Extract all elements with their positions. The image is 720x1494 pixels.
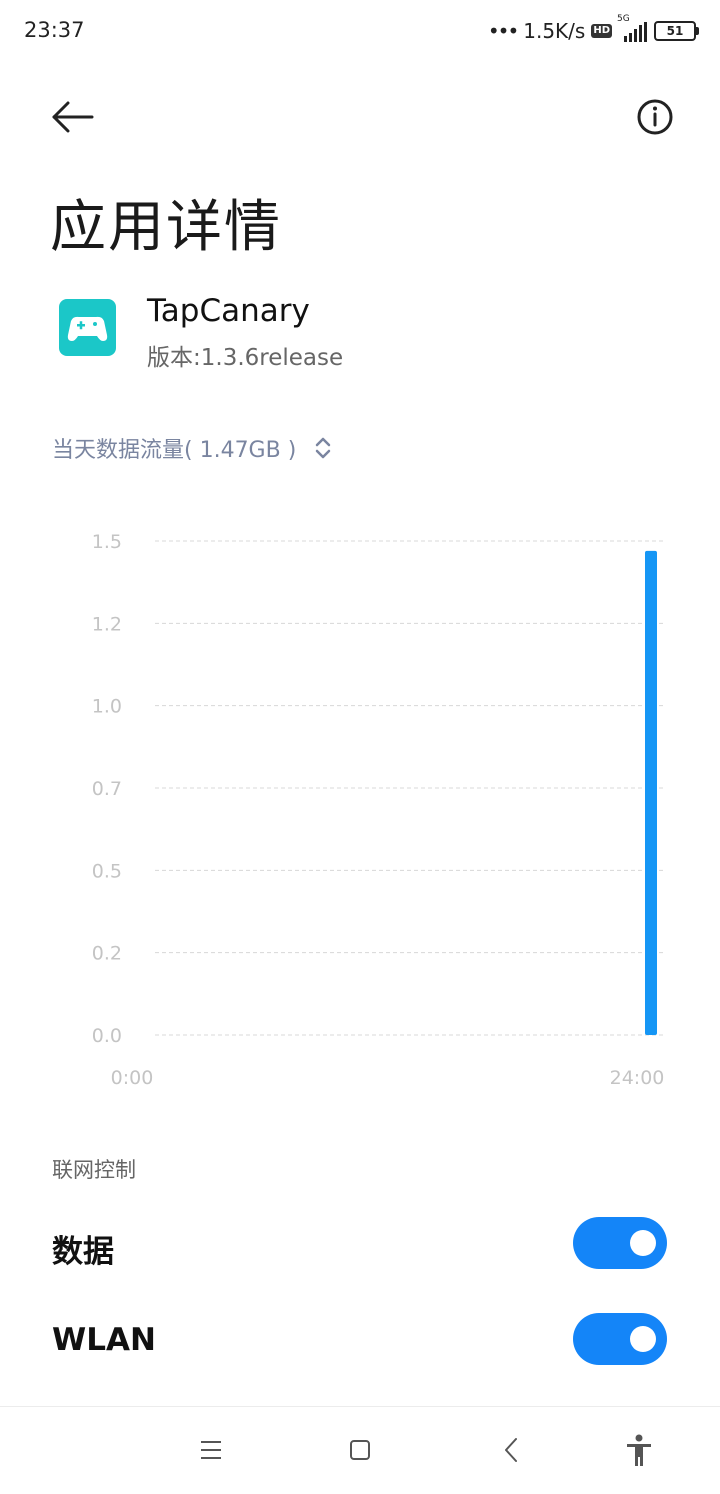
toggle-knob [630, 1230, 656, 1256]
network-speed: 1.5K/s [523, 19, 586, 43]
app-name: TapCanary [147, 293, 310, 329]
y-tick-label: 1.2 [92, 613, 122, 635]
info-button[interactable] [632, 94, 678, 140]
wlan-toggle[interactable] [573, 1313, 667, 1365]
accessibility-button[interactable] [619, 1433, 659, 1469]
usage-period-selector[interactable]: 当天数据流量( 1.47GB ) [52, 432, 332, 464]
gamepad-icon [67, 316, 108, 341]
mobile-data-toggle[interactable] [573, 1217, 667, 1269]
menu-button[interactable] [191, 1433, 231, 1469]
info-icon [637, 99, 673, 135]
wlan-label: WLAN [52, 1322, 156, 1358]
mobile-data-label: 数据 [52, 1234, 114, 1270]
usage-label: 当天数据流量( 1.47GB ) [52, 438, 297, 463]
toggle-knob [630, 1326, 656, 1352]
menu-icon [201, 1441, 221, 1459]
arrow-left-icon [52, 101, 94, 133]
battery-icon: 51 [654, 21, 699, 41]
chevron-updown-icon [316, 437, 331, 459]
home-button[interactable] [340, 1433, 380, 1469]
signal-icon: 5G [617, 14, 648, 42]
y-tick-label: 1.0 [92, 696, 122, 718]
more-dots-icon: ••• [487, 19, 519, 43]
navigation-bar [0, 1406, 720, 1494]
y-tick-label: 1.5 [92, 531, 122, 553]
usage-chart: 0.0 0.2 0.5 0.7 1.0 1.2 1.5 0:00 24:00 [92, 531, 665, 1089]
page-title: 应用详情 [50, 195, 282, 260]
x-tick-label: 24:00 [610, 1067, 665, 1089]
section-label-network-control: 联网控制 [52, 1158, 136, 1182]
y-tick-label: 0.7 [92, 778, 122, 800]
app-version: 版本:1.3.6release [147, 345, 344, 371]
square-icon [350, 1440, 370, 1460]
usage-bar [645, 550, 657, 1035]
nav-back-button[interactable] [491, 1433, 531, 1469]
back-button[interactable] [48, 94, 98, 140]
status-time: 23:37 [24, 18, 85, 42]
chevron-left-icon [505, 1438, 517, 1462]
x-tick-label: 0:00 [111, 1067, 154, 1089]
hd-badge: HD [591, 24, 612, 38]
accessibility-icon [627, 1434, 651, 1466]
status-indicators: ••• 1.5K/s HD 5G 51 [487, 14, 699, 46]
app-icon [59, 299, 116, 356]
y-tick-label: 0.2 [92, 943, 122, 965]
y-tick-label: 0.0 [92, 1025, 122, 1047]
network-type: 5G [617, 14, 630, 24]
y-tick-label: 0.5 [92, 860, 122, 882]
